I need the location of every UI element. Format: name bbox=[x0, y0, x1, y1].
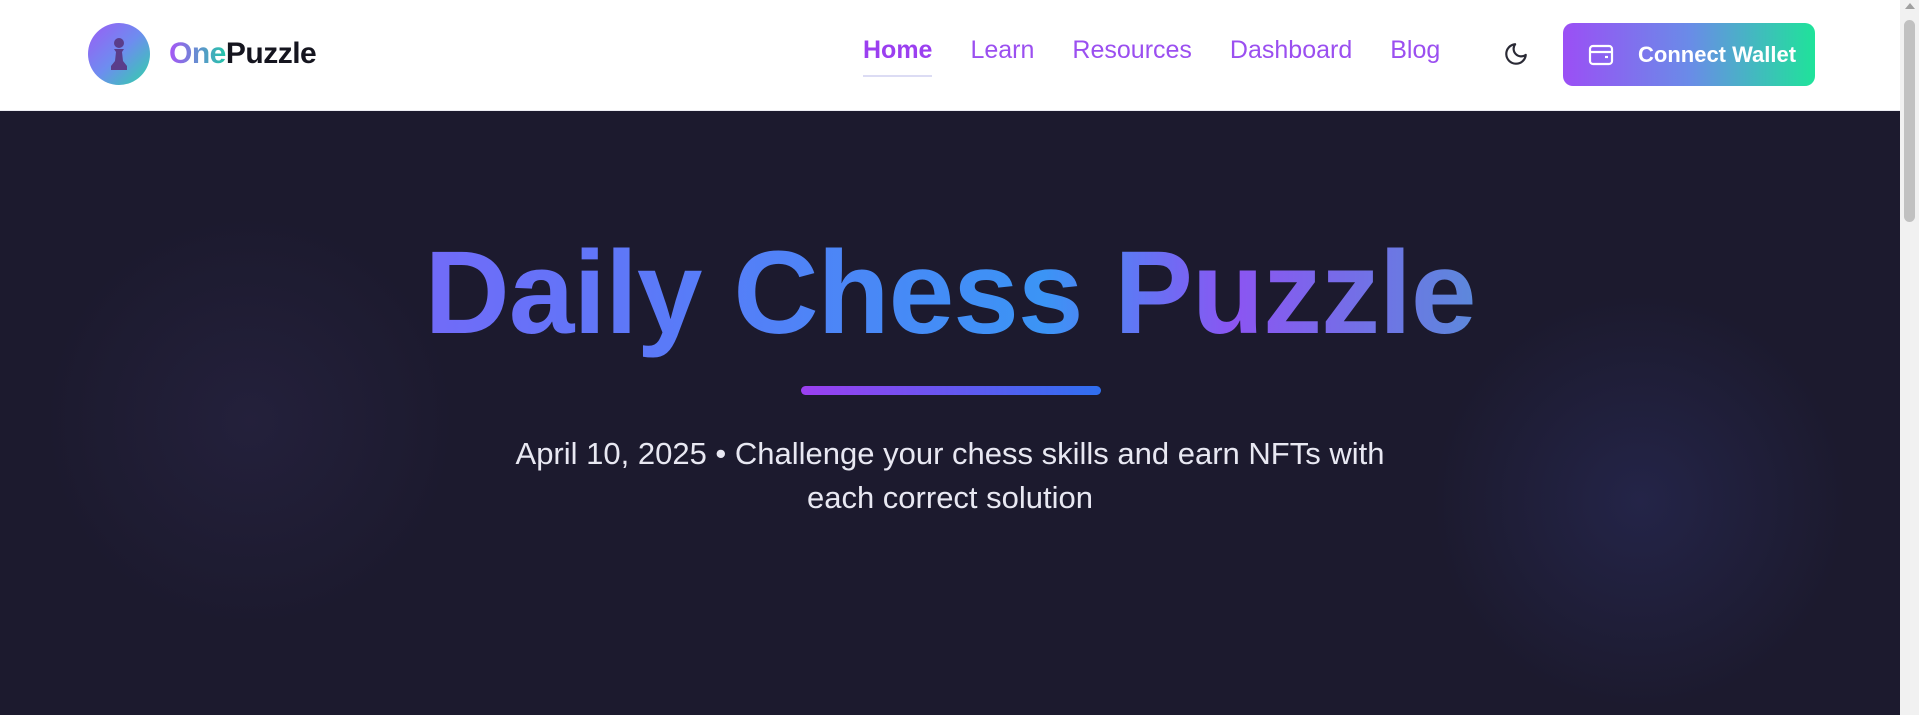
nav-link-blog[interactable]: Blog bbox=[1390, 36, 1440, 73]
nav-link-dashboard[interactable]: Dashboard bbox=[1230, 36, 1352, 73]
main-nav: Home Learn Resources Dashboard Blog bbox=[863, 36, 1440, 77]
hero-subtitle-line2: each correct solution bbox=[806, 480, 1094, 515]
hero-subtitle-line1: April 10, 2025 • Challenge your chess sk… bbox=[515, 436, 1385, 471]
page-scrollbar[interactable] bbox=[1900, 0, 1919, 715]
connect-wallet-button[interactable]: Connect Wallet bbox=[1563, 23, 1815, 86]
nav-link-home[interactable]: Home bbox=[863, 36, 933, 77]
theme-toggle-button[interactable] bbox=[1503, 41, 1529, 67]
nav-link-resources[interactable]: Resources bbox=[1072, 36, 1192, 73]
logo-badge bbox=[88, 23, 150, 85]
title-underline bbox=[801, 386, 1101, 395]
hero-title: Daily Chess Puzzle bbox=[0, 228, 1900, 359]
wallet-icon bbox=[1588, 44, 1614, 65]
brand-logo[interactable]: OnePuzzle bbox=[88, 23, 317, 85]
brand-name-part1: One bbox=[169, 37, 226, 70]
moon-icon bbox=[1505, 43, 1527, 65]
connect-wallet-label: Connect Wallet bbox=[1638, 41, 1797, 67]
hero-section: Daily Chess Puzzle April 10, 2025 • Chal… bbox=[0, 111, 1900, 715]
top-navbar: OnePuzzle Home Learn Resources Dashboard… bbox=[0, 0, 1900, 111]
scroll-up-arrow-icon[interactable] bbox=[1905, 3, 1915, 9]
chess-pawn-icon bbox=[111, 38, 127, 70]
brand-name: OnePuzzle bbox=[169, 37, 317, 71]
brand-name-part2: Puzzle bbox=[225, 37, 317, 70]
nav-link-learn[interactable]: Learn bbox=[970, 36, 1034, 73]
hero-subtitle: April 10, 2025 • Challenge your chess sk… bbox=[500, 432, 1400, 520]
scrollbar-thumb[interactable] bbox=[1904, 20, 1915, 222]
